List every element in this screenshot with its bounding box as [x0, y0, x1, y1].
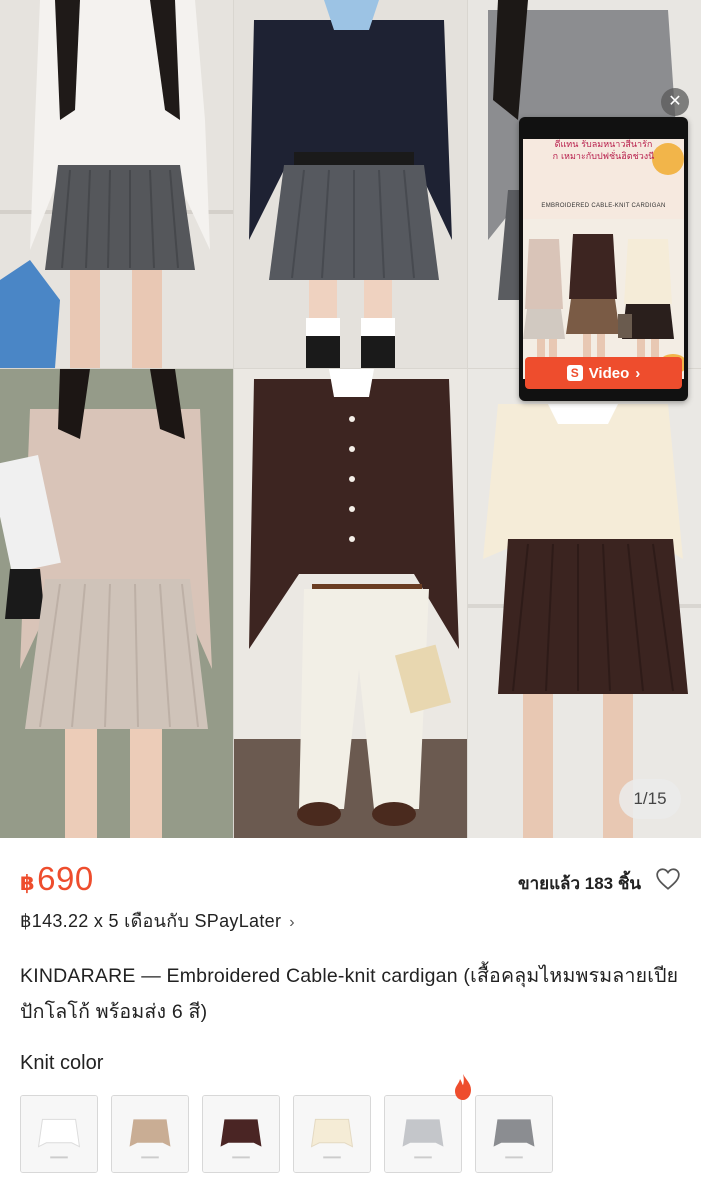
- currency-symbol: ฿: [20, 872, 36, 895]
- gallery-photo-navy-cardigan[interactable]: [234, 0, 467, 368]
- sold-count: ขายแล้ว 183 ชิ้น: [517, 874, 641, 893]
- gallery-photo-brown-cardigan[interactable]: [234, 369, 467, 838]
- price-row: ฿690 ขายแล้ว 183 ชิ้น: [20, 858, 681, 898]
- gallery-photo-white-cardigan[interactable]: [0, 0, 233, 368]
- price-value: 690: [37, 860, 94, 897]
- video-banner-text: ดีแทน รับลมหนาวสีนารัก ก เหมาะกับปฟชั่นฮ…: [552, 140, 655, 162]
- spaylater-installment[interactable]: ฿143.22 x 5 เดือนกับ SPayLater ›: [20, 906, 295, 935]
- swatch-white[interactable]: [20, 1095, 98, 1173]
- heart-icon[interactable]: [655, 866, 681, 892]
- video-thumbnail: [523, 139, 684, 379]
- swatch-cream[interactable]: [293, 1095, 371, 1173]
- video-preview-card[interactable]: ดีแทน รับลมหนาวสีนารัก ก เหมาะกับปฟชั่นฮ…: [519, 117, 688, 401]
- close-icon[interactable]: ✕: [661, 88, 689, 116]
- product-info-section: ฿690 ขายแล้ว 183 ชิ้น ฿143.22 x 5 เดือนก…: [0, 838, 701, 1200]
- video-subtitle: EMBROIDERED CABLE-KNIT CARDIGAN: [541, 203, 666, 209]
- swatch-light-grey[interactable]: [384, 1095, 462, 1173]
- variation-swatches: [20, 1074, 701, 1173]
- video-chip-label: Video: [588, 364, 630, 382]
- swatch-brown[interactable]: [202, 1095, 280, 1173]
- product-price: ฿690: [20, 860, 94, 898]
- gallery-photo-beige-cardigan[interactable]: [0, 369, 233, 838]
- chevron-right-icon: ›: [289, 914, 295, 931]
- product-title: KINDARARE — Embroidered Cable-knit cardi…: [20, 965, 679, 1023]
- chevron-right-icon: ›: [635, 364, 641, 382]
- shopee-logo-icon: S: [566, 365, 583, 381]
- gallery-photo-cream-cardigan[interactable]: [468, 369, 701, 838]
- installment-text: ฿143.22 x 5 เดือนกับ SPayLater: [20, 911, 282, 931]
- gallery-page-counter: 1/15: [619, 779, 681, 819]
- swatch-grey[interactable]: [475, 1095, 553, 1173]
- video-play-button[interactable]: S Video ›: [525, 357, 682, 389]
- swatch-beige[interactable]: [111, 1095, 189, 1173]
- hot-flame-icon: [455, 1074, 471, 1100]
- variation-label: Knit color: [20, 1052, 104, 1074]
